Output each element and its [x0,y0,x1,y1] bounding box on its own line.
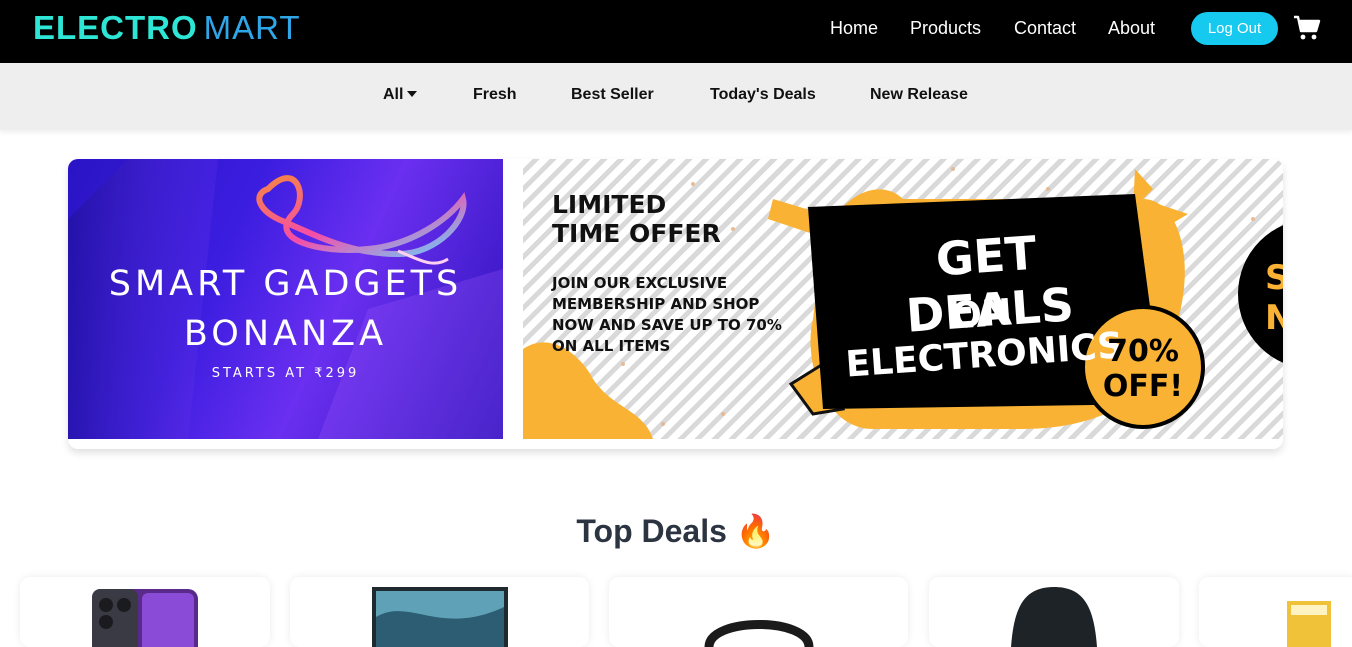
offer-body-line-4: ON ALL ITEMS [552,337,671,355]
offer-headline-line-1: LIMITED [552,190,667,219]
category-new-release[interactable]: New Release [870,86,968,104]
svg-text:S: S [1265,258,1283,298]
category-fresh[interactable]: Fresh [473,86,517,104]
nav-about-link[interactable]: About [1108,18,1155,39]
product-card-headphones[interactable] [609,577,908,647]
category-best-seller[interactable]: Best Seller [571,86,654,104]
banner-title-line-2: BONANZA [183,314,388,354]
top-deals-heading: Top Deals 🔥 [576,513,776,549]
offer-body: JOIN OUR EXCLUSIVE MEMBERSHIP AND SHOP N… [552,273,812,357]
banner-title-line-1: SMART GADGETS [108,264,463,304]
nav-products-link[interactable]: Products [910,18,981,39]
brand-part-2: MART [203,9,301,46]
offer-body-line-3: NOW AND SAVE UP TO 70% [552,316,782,334]
laptop-image [372,587,508,647]
brand-part-1: ELECTRO [33,9,198,46]
nav-contact-link[interactable]: Contact [1014,18,1076,39]
offer-body-line-1: JOIN OUR EXCLUSIVE [552,274,728,292]
logout-button[interactable]: Log Out [1191,12,1278,45]
smartphone-image [92,589,198,647]
banner-smart-gadgets[interactable]: SMART GADGETS BONANZA STARTS AT ₹299 [68,159,503,439]
top-navbar: ELECTRO MART Home Products Contact About … [0,0,1352,63]
headphones-image [704,620,814,647]
product-card-laptop[interactable] [290,577,589,647]
banner-price-subtitle: STARTS AT ₹299 [211,366,360,381]
discount-badge-line-1: 70% [1107,334,1179,369]
brand-logo[interactable]: ELECTRO MART [33,9,301,47]
caret-down-icon [407,91,418,97]
product-card-tv[interactable] [1199,577,1352,647]
category-bar: All Fresh Best Seller Today's Deals New … [0,63,1352,130]
product-card-smartphone[interactable] [20,577,270,647]
cart-icon[interactable] [1293,15,1321,41]
svg-text:N: N [1265,298,1283,338]
offer-body-line-2: MEMBERSHIP AND SHOP [552,295,760,313]
product-card-smartwatch[interactable] [929,577,1179,647]
banner-limited-offer[interactable]: S N LIMITED TIME OFFER JOIN OUR EXCLUSIV… [523,159,1283,439]
tv-image [1287,601,1331,647]
category-all-dropdown[interactable]: All [383,86,418,104]
offer-headline-line-2: TIME OFFER [552,219,721,248]
smartwatch-image [1011,587,1097,647]
nav-home-link[interactable]: Home [830,18,878,39]
category-all-label: All [383,86,404,103]
discount-badge-line-2: OFF! [1102,369,1184,404]
offer-headline: LIMITED TIME OFFER [552,190,721,248]
banner-carousel[interactable]: SMART GADGETS BONANZA STARTS AT ₹299 S N [68,159,1283,449]
category-todays-deals[interactable]: Today's Deals [710,86,816,104]
